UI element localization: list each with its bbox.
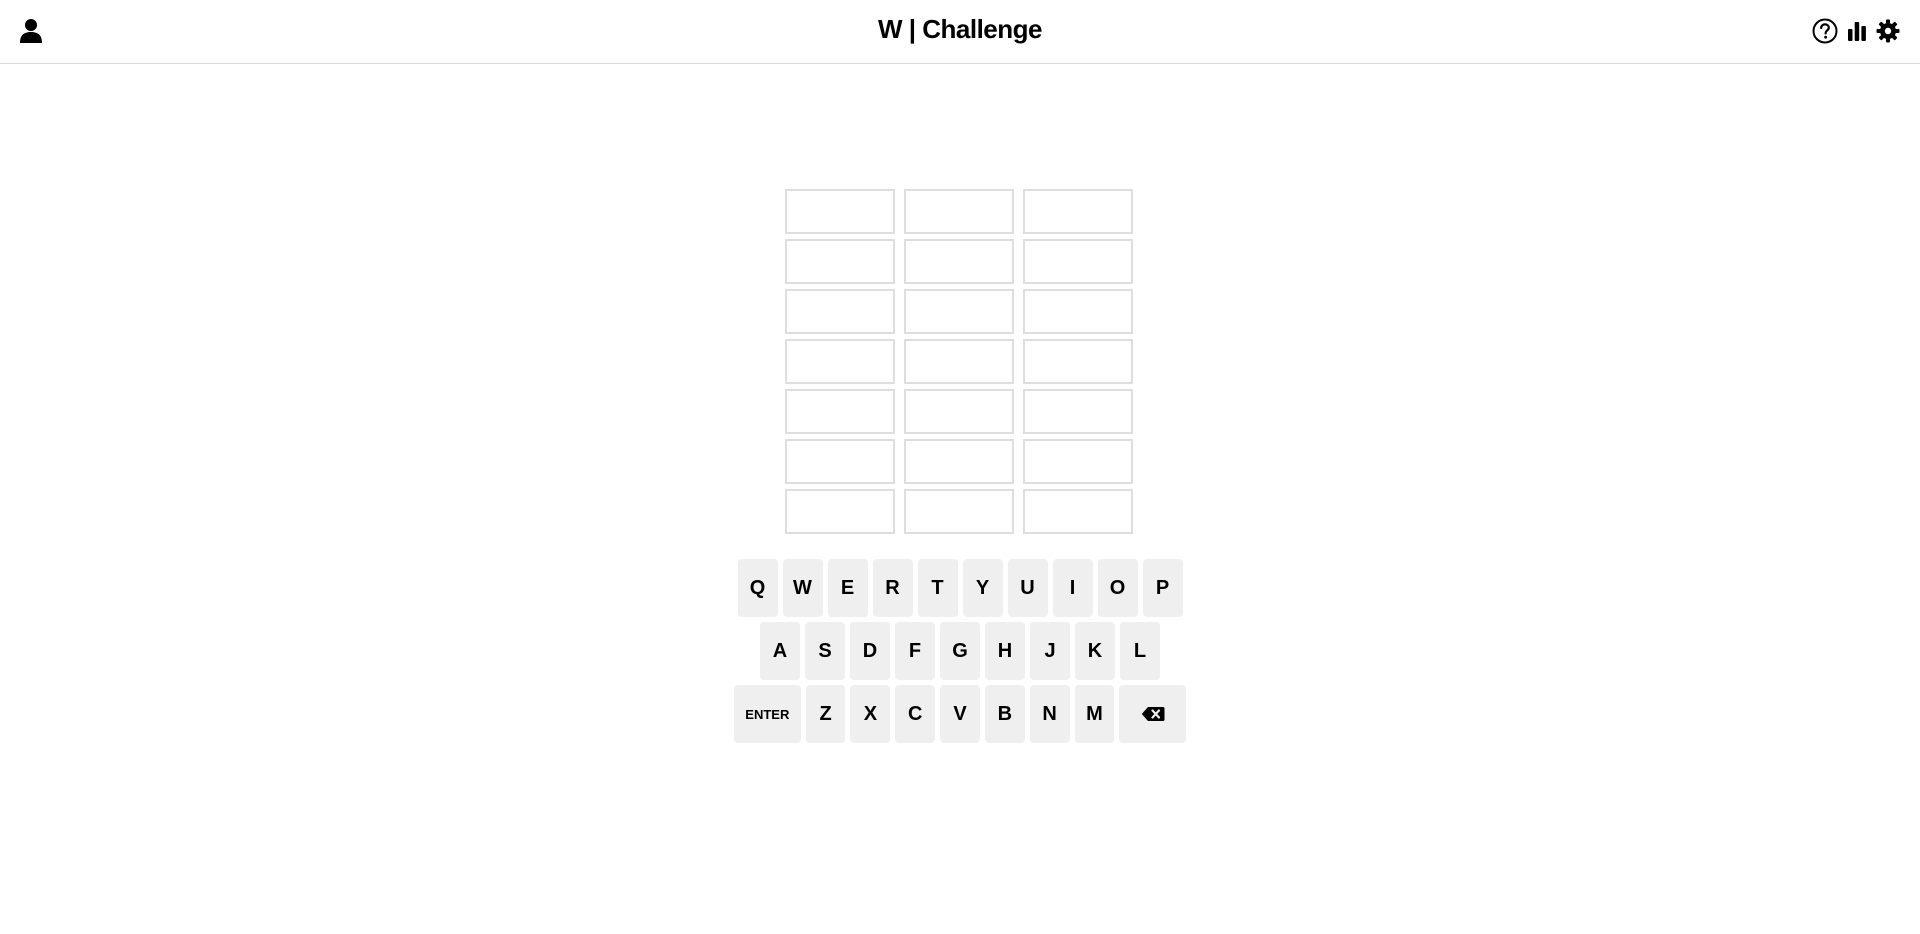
key-d[interactable]: D (850, 622, 890, 680)
game-board (785, 189, 1133, 534)
board-tile (904, 439, 1014, 484)
board-tile (785, 439, 895, 484)
key-k[interactable]: K (1075, 622, 1115, 680)
keyboard-row: QWERTYUIOP (734, 559, 1186, 617)
key-e[interactable]: E (827, 559, 868, 617)
key-p[interactable]: P (1142, 559, 1183, 617)
board-tile (1023, 239, 1133, 284)
key-v[interactable]: V (940, 685, 980, 743)
key-n[interactable]: N (1029, 685, 1070, 743)
keyboard-row: ENTER Z X C V B N M (733, 685, 1187, 743)
page-title: W | Challenge (877, 14, 1043, 44)
key-x[interactable]: X (850, 685, 891, 743)
board-tile (904, 489, 1014, 534)
app-header: W | Challenge (0, 0, 1920, 64)
key-g[interactable]: G (940, 622, 980, 680)
key-f[interactable]: F (895, 622, 935, 680)
key-j[interactable]: J (1030, 622, 1070, 680)
board-tile (785, 389, 895, 434)
key-w[interactable]: W (782, 559, 823, 617)
key-o[interactable]: O (1097, 559, 1138, 617)
board-tile (785, 489, 895, 534)
key-l[interactable]: L (1120, 622, 1160, 680)
board-tile (904, 339, 1014, 384)
key-a[interactable]: A (760, 622, 800, 680)
key-z[interactable]: Z (805, 685, 846, 743)
key-h[interactable]: H (985, 622, 1025, 680)
key-c[interactable]: C (895, 685, 936, 743)
board-tile (785, 289, 895, 334)
board-tile (1023, 339, 1133, 384)
key-q[interactable]: Q (737, 559, 778, 617)
board-tile (1023, 489, 1133, 534)
bar-chart-icon[interactable] (1842, 16, 1872, 46)
on-screen-keyboard: QWERTYUIOP ASDFGHJKL ENTER Z X C V B N M (733, 559, 1187, 748)
board-tile (904, 389, 1014, 434)
board-tile (904, 289, 1014, 334)
key-y[interactable]: Y (962, 559, 1003, 617)
key-u[interactable]: U (1007, 559, 1048, 617)
board-tile (1023, 189, 1133, 234)
board-tile (785, 339, 895, 384)
key-t[interactable]: T (917, 559, 958, 617)
board-tile (1023, 439, 1133, 484)
key-m[interactable]: M (1074, 685, 1115, 743)
board-tile (785, 189, 895, 234)
backspace-key[interactable] (1119, 685, 1187, 743)
key-enter[interactable]: ENTER (733, 685, 801, 743)
board-tile (1023, 389, 1133, 434)
key-i[interactable]: I (1052, 559, 1093, 617)
board-tile (785, 239, 895, 284)
help-circle-icon[interactable] (1810, 16, 1840, 46)
key-r[interactable]: R (872, 559, 913, 617)
key-b[interactable]: B (984, 685, 1025, 743)
board-tile (904, 239, 1014, 284)
backspace-icon (1141, 707, 1165, 721)
gear-icon[interactable] (1873, 16, 1903, 46)
key-s[interactable]: S (805, 622, 845, 680)
board-tile (904, 189, 1014, 234)
board-tile (1023, 289, 1133, 334)
keyboard-row: ASDFGHJKL (734, 622, 1186, 680)
